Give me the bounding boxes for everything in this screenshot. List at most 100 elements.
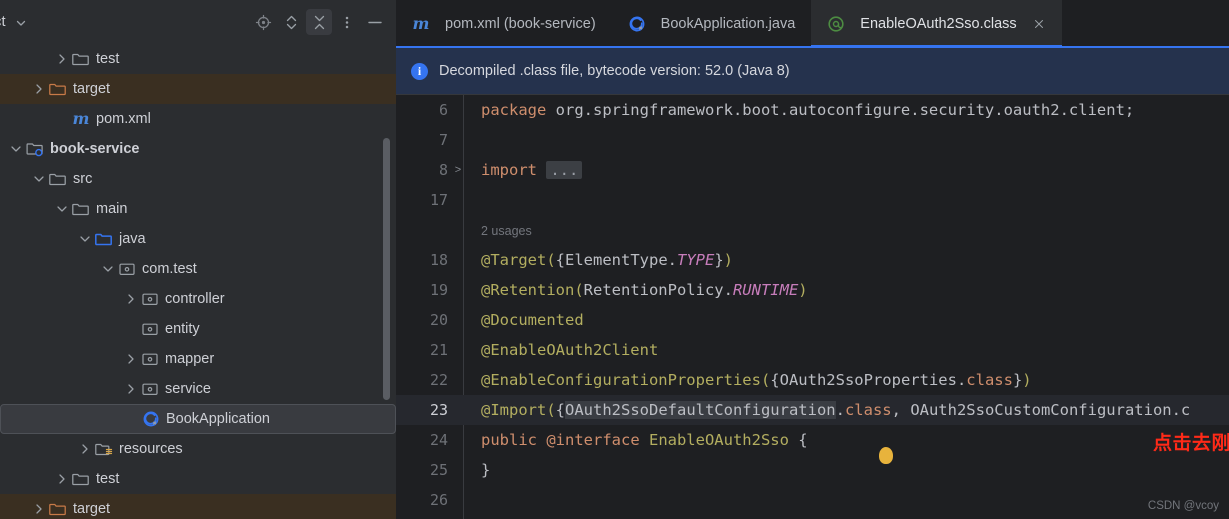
tree-expander-icon[interactable] (123, 291, 139, 307)
folder-icon (72, 50, 90, 68)
editor-tab-pom-xml-book-service-[interactable]: m pom.xml (book-service) (396, 0, 612, 48)
tree-item-label: resources (119, 440, 183, 457)
tree-item-target[interactable]: target (0, 74, 396, 104)
spring-class-icon (628, 15, 646, 33)
code-line-text: @EnableOAuth2Client (464, 341, 658, 359)
code-line[interactable]: 19 @Retention(RetentionPolicy.RUNTIME) (396, 275, 1229, 305)
code-token: } (1012, 371, 1023, 389)
module-icon (26, 140, 44, 158)
tree-item-entity[interactable]: entity (0, 314, 396, 344)
maven-m-icon: m (412, 14, 430, 33)
project-tree-scrollbar[interactable] (383, 138, 390, 400)
chevron-down-icon[interactable] (14, 16, 28, 30)
code-line-text: @Retention(RetentionPolicy.RUNTIME) (464, 281, 808, 299)
code-content[interactable]: 6 package org.springframework.boot.autoco… (396, 95, 1229, 519)
code-token: RUNTIME (732, 281, 799, 299)
code-line-text: public @interface EnableOAuth2Sso { (464, 431, 808, 449)
package-icon (141, 380, 159, 398)
tree-item-label: target (73, 500, 111, 517)
tree-item-src[interactable]: src (0, 164, 396, 194)
tree-item-label: test (96, 50, 120, 67)
tree-item-label: BookApplication (166, 410, 270, 427)
project-panel-title[interactable]: ect (0, 14, 6, 30)
code-line[interactable]: 6 package org.springframework.boot.autoco… (396, 95, 1229, 125)
tree-item-bookapplication[interactable]: BookApplication (0, 404, 396, 434)
tree-expander-icon[interactable] (31, 171, 47, 187)
code-line[interactable]: 26 (396, 485, 1229, 515)
tree-expander-icon[interactable] (31, 81, 47, 97)
code-token: } (481, 461, 491, 479)
notification-text: Decompiled .class file, bytecode version… (439, 63, 790, 79)
code-line[interactable]: 24 public @interface EnableOAuth2Sso { (396, 425, 1229, 455)
info-icon: i (411, 62, 428, 80)
code-token: } (714, 251, 724, 269)
code-line[interactable]: 18 @Target({ElementType.TYPE}) (396, 245, 1229, 275)
tree-item-service[interactable]: service (0, 374, 396, 404)
tree-item-label: java (119, 230, 146, 247)
tree-expander-icon[interactable] (54, 51, 70, 67)
more-options-icon[interactable] (334, 9, 360, 35)
line-number: 6 (438, 101, 448, 119)
tree-expander-icon[interactable] (77, 441, 93, 457)
line-number: 18 (429, 251, 448, 269)
code-line[interactable]: 20 @Documented (396, 305, 1229, 335)
project-tree[interactable]: test target m pom.xml book-service src main jav… (0, 44, 396, 519)
tree-expander-icon[interactable] (8, 141, 24, 157)
line-number: 8 (438, 161, 448, 179)
tree-item-resources[interactable]: resources (0, 434, 396, 464)
tree-item-test[interactable]: test (0, 44, 396, 74)
tree-expander-icon[interactable] (100, 261, 116, 277)
code-token: @Documented (481, 311, 584, 329)
close-icon[interactable] (1032, 17, 1046, 31)
tree-item-book-service[interactable]: book-service (0, 134, 396, 164)
code-line-text: @Target({ElementType.TYPE}) (464, 251, 733, 269)
tree-expander-icon[interactable] (123, 381, 139, 397)
collapse-all-icon[interactable] (306, 9, 332, 35)
editor-tab-bookapplication-java[interactable]: BookApplication.java (612, 0, 812, 48)
tree-item-controller[interactable]: controller (0, 284, 396, 314)
tree-item-target[interactable]: target (0, 494, 396, 519)
editor-area: m pom.xml (book-service) BookApplication.j… (396, 0, 1229, 519)
editor-tabbar: m pom.xml (book-service) BookApplication.j… (396, 0, 1229, 48)
code-line[interactable]: 25} (396, 455, 1229, 485)
code-viewport[interactable]: 6 package org.springframework.boot.autoco… (396, 95, 1229, 519)
usages-hint[interactable]: 2 usages (481, 224, 532, 238)
tree-item-label: service (165, 380, 211, 397)
tree-expander-icon[interactable] (77, 231, 93, 247)
tree-item-pom-xml[interactable]: m pom.xml (0, 104, 396, 134)
locate-in-tree-icon[interactable] (250, 9, 276, 35)
editor-tab-enableoauth2sso-class[interactable]: EnableOAuth2Sso.class (811, 0, 1063, 48)
expand-all-icon[interactable] (278, 9, 304, 35)
tree-item-com-test[interactable]: com.test (0, 254, 396, 284)
code-line[interactable]: 2 usages (396, 215, 1229, 245)
line-number: 7 (438, 131, 448, 149)
package-icon (141, 350, 159, 368)
folder-excluded-icon (49, 500, 67, 518)
fold-marker-icon[interactable]: > (452, 164, 464, 176)
code-line[interactable]: 21 @EnableOAuth2Client (396, 335, 1229, 365)
folder-excluded-icon (49, 80, 67, 98)
hide-panel-icon[interactable] (362, 9, 388, 35)
tab-label: pom.xml (book-service) (445, 16, 596, 32)
code-token: @Import( (481, 401, 556, 419)
tree-item-test[interactable]: test (0, 464, 396, 494)
code-line[interactable]: 7 (396, 125, 1229, 155)
code-line[interactable]: 8 > import ... (396, 155, 1229, 185)
code-token: RetentionPolicy. (583, 281, 733, 299)
code-line[interactable]: 17 (396, 185, 1229, 215)
code-line[interactable]: 23 @Import({OAuth2SsoDefaultConfiguration… (396, 395, 1229, 425)
watermark: CSDN @vcoy (1147, 500, 1219, 512)
code-token: @Retention( (481, 281, 584, 299)
tree-item-java[interactable]: java (0, 224, 396, 254)
code-token: ) (723, 251, 733, 269)
idea-window: ect (0, 0, 1229, 519)
tree-item-mapper[interactable]: mapper (0, 344, 396, 374)
code-line-text: @EnableConfigurationProperties({OAuth2Ss… (464, 371, 1032, 389)
tree-expander-icon[interactable] (54, 471, 70, 487)
tree-expander-icon[interactable] (123, 351, 139, 367)
package-icon (141, 320, 159, 338)
tree-item-main[interactable]: main (0, 194, 396, 224)
code-line[interactable]: 22 @EnableConfigurationProperties({OAuth2… (396, 365, 1229, 395)
tree-expander-icon[interactable] (31, 501, 47, 517)
tree-expander-icon[interactable] (54, 201, 70, 217)
